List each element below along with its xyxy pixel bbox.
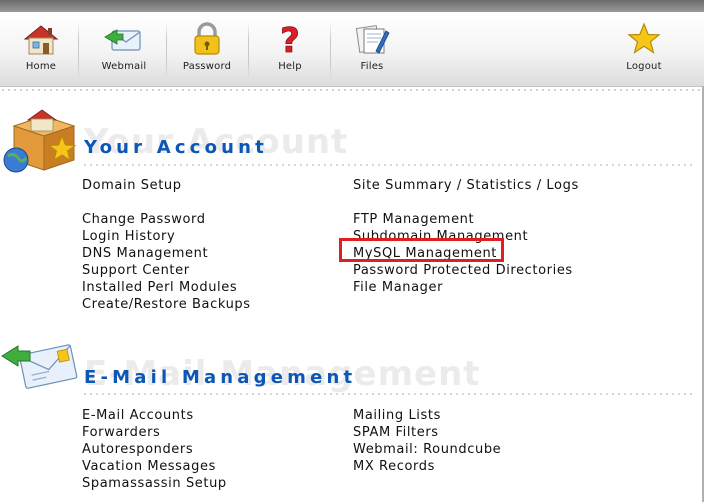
question-mark-icon: ? bbox=[280, 21, 301, 57]
files-label: Files bbox=[360, 61, 384, 72]
link-autoresponders[interactable]: Autoresponders bbox=[82, 441, 193, 458]
section-divider bbox=[82, 392, 696, 396]
password-button[interactable]: Password bbox=[176, 12, 238, 86]
link-mx-records[interactable]: MX Records bbox=[353, 458, 435, 475]
toolbar-separator bbox=[78, 22, 79, 80]
your-account-header: Your Account Your Account bbox=[0, 102, 704, 173]
email-management-title: E-Mail Management bbox=[84, 367, 357, 388]
email-envelope-icon bbox=[1, 344, 78, 389]
link-create-restore-backups[interactable]: Create/Restore Backups bbox=[82, 296, 251, 313]
toolbar-separator bbox=[330, 22, 331, 80]
link-spamassassin-setup[interactable]: Spamassassin Setup bbox=[82, 475, 227, 492]
link-installed-perl-modules[interactable]: Installed Perl Modules bbox=[82, 279, 237, 296]
padlock-icon bbox=[194, 22, 220, 55]
link-mailing-lists[interactable]: Mailing Lists bbox=[353, 407, 441, 424]
help-button[interactable]: ? Help bbox=[262, 12, 318, 86]
webmail-icon bbox=[104, 29, 141, 51]
link-change-password[interactable]: Change Password bbox=[82, 211, 206, 228]
star-icon bbox=[627, 22, 661, 54]
email-management-header: E-Mail Management E-Mail Management bbox=[0, 336, 704, 396]
logout-label: Logout bbox=[626, 61, 662, 72]
your-account-title: Your Account bbox=[84, 137, 268, 158]
files-button[interactable]: Files bbox=[342, 12, 402, 86]
link-email-accounts[interactable]: E-Mail Accounts bbox=[82, 407, 194, 424]
link-webmail-roundcube[interactable]: Webmail: Roundcube bbox=[353, 441, 501, 458]
mysql-highlight-box bbox=[339, 238, 504, 262]
account-box-icon bbox=[3, 109, 77, 173]
logout-button[interactable]: Logout bbox=[616, 12, 672, 86]
link-file-manager[interactable]: File Manager bbox=[353, 279, 443, 296]
link-spam-filters[interactable]: SPAM Filters bbox=[353, 424, 439, 441]
link-login-history[interactable]: Login History bbox=[82, 228, 175, 245]
link-forwarders[interactable]: Forwarders bbox=[82, 424, 160, 441]
home-button[interactable]: Home bbox=[14, 12, 68, 86]
toolbar-divider bbox=[0, 88, 704, 92]
svg-text:?: ? bbox=[280, 21, 300, 57]
link-support-center[interactable]: Support Center bbox=[82, 262, 190, 279]
webmail-button[interactable]: Webmail bbox=[92, 12, 156, 86]
home-label: Home bbox=[25, 61, 57, 72]
toolbar: Home Webmail Password ? Help Files Logou… bbox=[0, 12, 704, 87]
home-icon bbox=[23, 25, 59, 55]
section-divider bbox=[82, 163, 696, 167]
help-label: Help bbox=[278, 61, 302, 72]
files-icon bbox=[355, 25, 390, 54]
toolbar-separator bbox=[166, 22, 167, 80]
link-dns-management[interactable]: DNS Management bbox=[82, 245, 208, 262]
toolbar-separator bbox=[248, 22, 249, 80]
webmail-label: Webmail bbox=[101, 61, 147, 72]
link-vacation-messages[interactable]: Vacation Messages bbox=[82, 458, 216, 475]
password-label: Password bbox=[182, 61, 232, 72]
link-ftp-management[interactable]: FTP Management bbox=[353, 211, 474, 228]
link-site-summary[interactable]: Site Summary / Statistics / Logs bbox=[353, 177, 579, 194]
link-password-protected-directories[interactable]: Password Protected Directories bbox=[353, 262, 573, 279]
window-top-bar bbox=[0, 0, 704, 12]
link-domain-setup[interactable]: Domain Setup bbox=[82, 177, 182, 194]
